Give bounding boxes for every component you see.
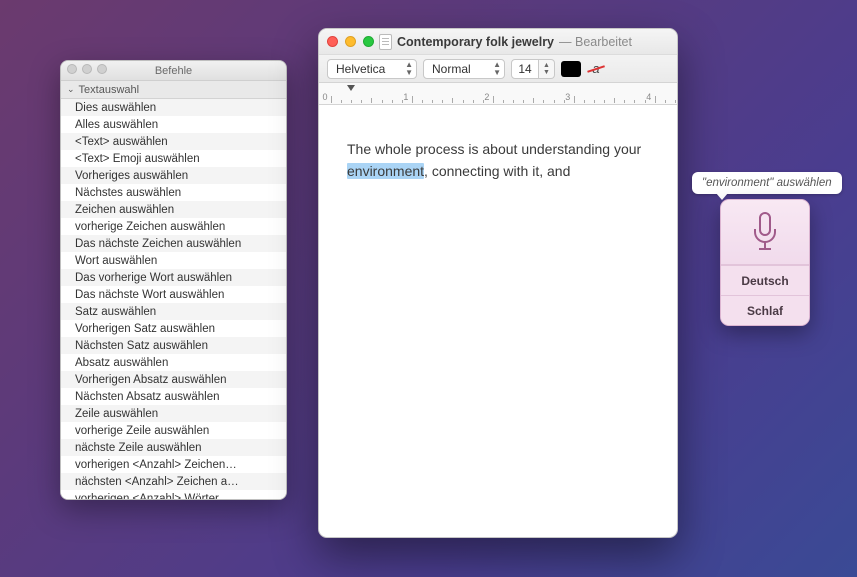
command-item[interactable]: nächste Zeile auswählen <box>61 439 286 456</box>
voice-feedback-text: "environment" auswählen <box>702 177 832 189</box>
style-select[interactable]: Normal ▲▼ <box>423 59 505 79</box>
commands-section-label: Textauswahl <box>79 84 140 96</box>
select-arrows-icon: ▲▼ <box>405 61 413 77</box>
command-item[interactable]: Absatz auswählen <box>61 354 286 371</box>
microphone-icon <box>749 211 781 253</box>
min-dot-inactive[interactable] <box>82 64 92 74</box>
commands-traffic-lights[interactable] <box>67 64 107 74</box>
commands-window: Befehle ⌄ Textauswahl Dies auswählenAlle… <box>60 60 287 500</box>
strikethrough-icon[interactable] <box>587 61 605 77</box>
font-select-value: Helvetica <box>336 62 385 76</box>
ruler-number: 3 <box>565 92 570 102</box>
command-item[interactable]: Wort auswählen <box>61 252 286 269</box>
command-item[interactable]: Das vorherige Wort auswählen <box>61 269 286 286</box>
font-select[interactable]: Helvetica ▲▼ <box>327 59 417 79</box>
font-size-input[interactable]: 14 <box>511 59 539 79</box>
ruler-number: 0 <box>322 92 327 102</box>
textedit-titlebar[interactable]: Contemporary folk jewelry — Bearbeitet <box>319 29 677 55</box>
command-item[interactable]: Nächstes auswählen <box>61 184 286 201</box>
command-item[interactable]: Zeile auswählen <box>61 405 286 422</box>
command-item[interactable]: vorherigen <Anzahl> Wörter … <box>61 490 286 499</box>
font-size-stepper[interactable]: ▲▼ <box>539 59 555 79</box>
command-item[interactable]: Nächsten Satz auswählen <box>61 337 286 354</box>
voice-language-label: Deutsch <box>741 274 788 288</box>
command-item[interactable]: vorherige Zeile auswählen <box>61 422 286 439</box>
voice-sleep-label: Schlaf <box>747 304 783 318</box>
close-dot-inactive[interactable] <box>67 64 77 74</box>
format-toolbar: Helvetica ▲▼ Normal ▲▼ 14 ▲▼ <box>319 55 677 83</box>
command-item[interactable]: vorherigen <Anzahl> Zeichen… <box>61 456 286 473</box>
commands-section-header[interactable]: ⌄ Textauswahl <box>61 81 286 99</box>
ruler-number: 2 <box>484 92 489 102</box>
voice-sleep-button[interactable]: Schlaf <box>721 295 809 325</box>
command-item[interactable]: vorherige Zeichen auswählen <box>61 218 286 235</box>
voice-control-panel: Deutsch Schlaf <box>720 199 810 326</box>
document-title: Contemporary folk jewelry <box>397 35 554 49</box>
style-select-value: Normal <box>432 62 471 76</box>
ruler-number: 4 <box>646 92 651 102</box>
select-arrows-icon: ▲▼ <box>493 61 501 77</box>
body-text-pre: The whole process is about understanding… <box>347 141 641 157</box>
command-item[interactable]: Das nächste Wort auswählen <box>61 286 286 303</box>
commands-titlebar[interactable]: Befehle <box>61 61 286 81</box>
body-text-post: , connecting with it, and <box>424 163 570 179</box>
command-item[interactable]: <Text> auswählen <box>61 133 286 150</box>
tab-marker-icon[interactable] <box>347 85 355 91</box>
command-item[interactable]: Satz auswählen <box>61 303 286 320</box>
command-item[interactable]: nächsten <Anzahl> Zeichen a… <box>61 473 286 490</box>
ruler-number: 1 <box>403 92 408 102</box>
commands-list[interactable]: Dies auswählenAlles auswählen<Text> ausw… <box>61 99 286 499</box>
command-item[interactable]: Vorheriges auswählen <box>61 167 286 184</box>
command-item[interactable]: Das nächste Zeichen auswählen <box>61 235 286 252</box>
document-status: — Bearbeitet <box>559 35 632 49</box>
command-item[interactable]: Vorherigen Absatz auswählen <box>61 371 286 388</box>
voice-feedback-bubble: "environment" auswählen <box>692 172 842 194</box>
text-color-swatch[interactable] <box>561 61 581 77</box>
command-item[interactable]: Vorherigen Satz auswählen <box>61 320 286 337</box>
textedit-window: Contemporary folk jewelry — Bearbeitet H… <box>318 28 678 538</box>
command-item[interactable]: <Text> Emoji auswählen <box>61 150 286 167</box>
ruler[interactable]: 0 1 2 3 4 <box>319 83 677 105</box>
chevron-down-icon: ⌄ <box>67 84 75 95</box>
document-icon <box>379 34 392 50</box>
voice-language-button[interactable]: Deutsch <box>721 265 809 295</box>
command-item[interactable]: Dies auswählen <box>61 99 286 116</box>
selected-text[interactable]: environment <box>347 163 424 179</box>
command-item[interactable]: Zeichen auswählen <box>61 201 286 218</box>
document-body[interactable]: The whole process is about understanding… <box>319 105 677 537</box>
command-item[interactable]: Nächsten Absatz auswählen <box>61 388 286 405</box>
commands-title: Befehle <box>155 65 192 77</box>
microphone-area[interactable] <box>721 200 809 265</box>
command-item[interactable]: Alles auswählen <box>61 116 286 133</box>
close-button[interactable] <box>327 36 338 47</box>
zoom-dot-inactive[interactable] <box>97 64 107 74</box>
